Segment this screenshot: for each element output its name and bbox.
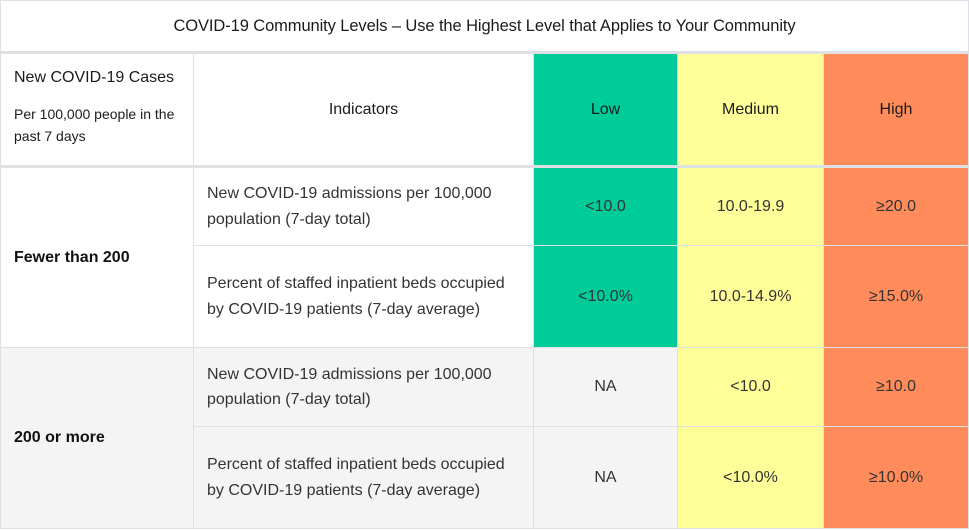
indicator-cell: Percent of staffed inpatient beds occupi… (193, 245, 534, 348)
cases-header-subtitle: Per 100,000 people in the past 7 days (14, 106, 175, 144)
cases-header: New COVID-19 Cases Per 100,000 people in… (0, 52, 194, 168)
table-row: Fewer than 200 New COVID-19 admissions p… (0, 166, 969, 348)
level-header-high: High (822, 52, 969, 168)
level-header-medium: Medium (677, 52, 824, 168)
header-row: New COVID-19 Cases Per 100,000 people in… (0, 52, 969, 168)
value-high: ≥10.0% (822, 426, 969, 529)
community-levels-table: COVID-19 Community Levels – Use the High… (0, 0, 969, 529)
value-low: NA (533, 426, 678, 529)
indicator-cell: New COVID-19 admissions per 100,000 popu… (193, 347, 534, 427)
group-label-200-or-more: 200 or more (0, 347, 194, 529)
value-high: ≥15.0% (822, 245, 969, 348)
value-low: NA (533, 347, 678, 427)
value-medium: 10.0-14.9% (677, 245, 824, 348)
value-medium: 10.0-19.9 (677, 166, 824, 246)
value-medium: <10.0% (677, 426, 824, 529)
value-high: ≥20.0 (822, 166, 969, 246)
level-header-low: Low (533, 52, 678, 168)
table-row: 200 or more New COVID-19 admissions per … (0, 347, 969, 529)
value-medium: <10.0 (677, 347, 824, 427)
value-high: ≥10.0 (822, 347, 969, 427)
indicator-cell: New COVID-19 admissions per 100,000 popu… (193, 166, 534, 246)
indicator-cell: Percent of staffed inpatient beds occupi… (193, 426, 534, 529)
table-title: COVID-19 Community Levels – Use the High… (0, 0, 969, 54)
community-levels-page: COVID-19 Community Levels – Use the High… (0, 0, 969, 530)
indicators-header: Indicators (193, 52, 534, 168)
group-label-fewer-than-200: Fewer than 200 (0, 166, 194, 348)
value-low: <10.0 (533, 166, 678, 246)
value-low: <10.0% (533, 245, 678, 348)
cases-header-title: New COVID-19 Cases (14, 69, 175, 86)
